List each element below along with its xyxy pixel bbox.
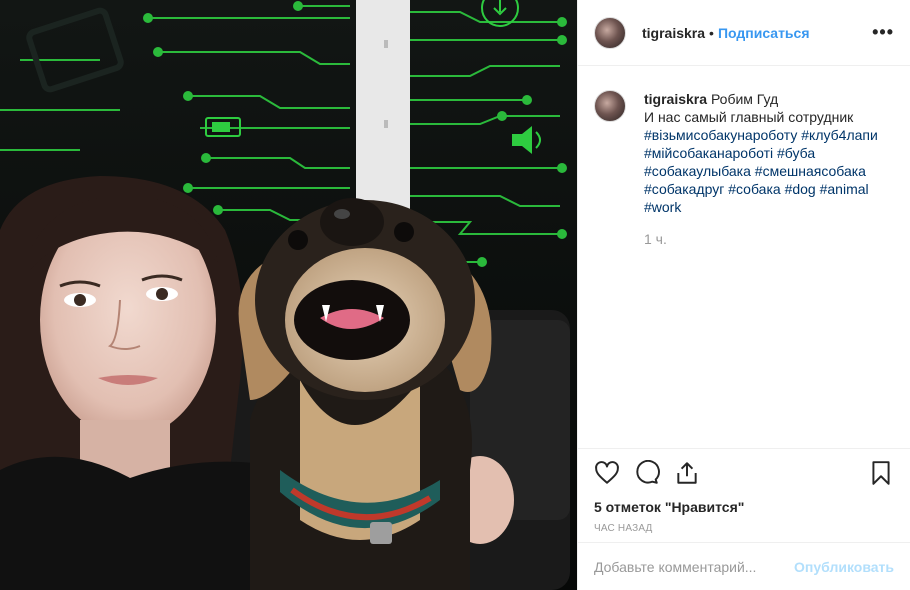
publish-button[interactable]: Опубликовать [794, 559, 894, 575]
comment-icon[interactable] [634, 460, 660, 486]
caption-username-link[interactable]: tigraiskra [644, 91, 707, 107]
action-icons [594, 459, 894, 487]
hashtag-list: #візьмисобакунароботу #клуб4лапи #мійсоб… [644, 126, 878, 216]
hashtag-link[interactable]: #собакаулыбака [644, 163, 751, 179]
likes-count[interactable]: 5 отметок "Нравится" [594, 499, 894, 515]
caption-text-line1: Робим Гуд [710, 91, 779, 107]
instagram-post: tigraiskra • Подписаться ••• tigraiskra … [0, 0, 910, 590]
hashtag-link[interactable]: #смешнаясобака [755, 163, 866, 179]
follow-button[interactable]: Подписаться [718, 25, 810, 41]
hashtag-link[interactable]: #клуб4лапи [801, 127, 878, 143]
more-options-icon[interactable]: ••• [872, 22, 894, 43]
caption-timestamp[interactable]: 1 ч. [644, 230, 878, 248]
hashtag-link[interactable]: #animal [820, 181, 869, 197]
comment-input[interactable] [594, 558, 787, 575]
post-side-panel: tigraiskra • Подписаться ••• tigraiskra … [577, 0, 910, 590]
separator-dot: • [709, 24, 714, 41]
caption-section: tigraiskra Робим Гуд И нас самый главный… [578, 66, 910, 448]
caption-avatar[interactable] [594, 90, 626, 122]
username-link[interactable]: tigraiskra [642, 25, 705, 41]
hashtag-link[interactable]: #work [644, 199, 681, 215]
caption-text-line2: И нас самый главный сотрудник [644, 109, 854, 125]
caption-body: tigraiskra Робим Гуд И нас самый главный… [644, 90, 878, 448]
bookmark-icon[interactable] [868, 460, 894, 486]
heart-icon[interactable] [594, 460, 620, 486]
post-photo[interactable] [0, 0, 577, 590]
hashtag-link[interactable]: #буба [777, 145, 815, 161]
post-header: tigraiskra • Подписаться ••• [578, 0, 910, 66]
share-icon[interactable] [674, 460, 700, 486]
post-timestamp[interactable]: час назад [594, 523, 894, 534]
comment-form: Опубликовать [578, 542, 910, 590]
avatar[interactable] [594, 16, 626, 49]
hashtag-link[interactable]: #мійсобаканароботі [644, 145, 773, 161]
hashtag-link[interactable]: #візьмисобакунароботу [644, 127, 797, 143]
hashtag-link[interactable]: #собакадруг [644, 181, 724, 197]
actions-section: 5 отметок "Нравится" час назад [578, 448, 910, 542]
hashtag-link[interactable]: #dog [785, 181, 816, 197]
hashtag-link[interactable]: #собака [728, 181, 780, 197]
selfie-with-dog-image [0, 0, 577, 590]
